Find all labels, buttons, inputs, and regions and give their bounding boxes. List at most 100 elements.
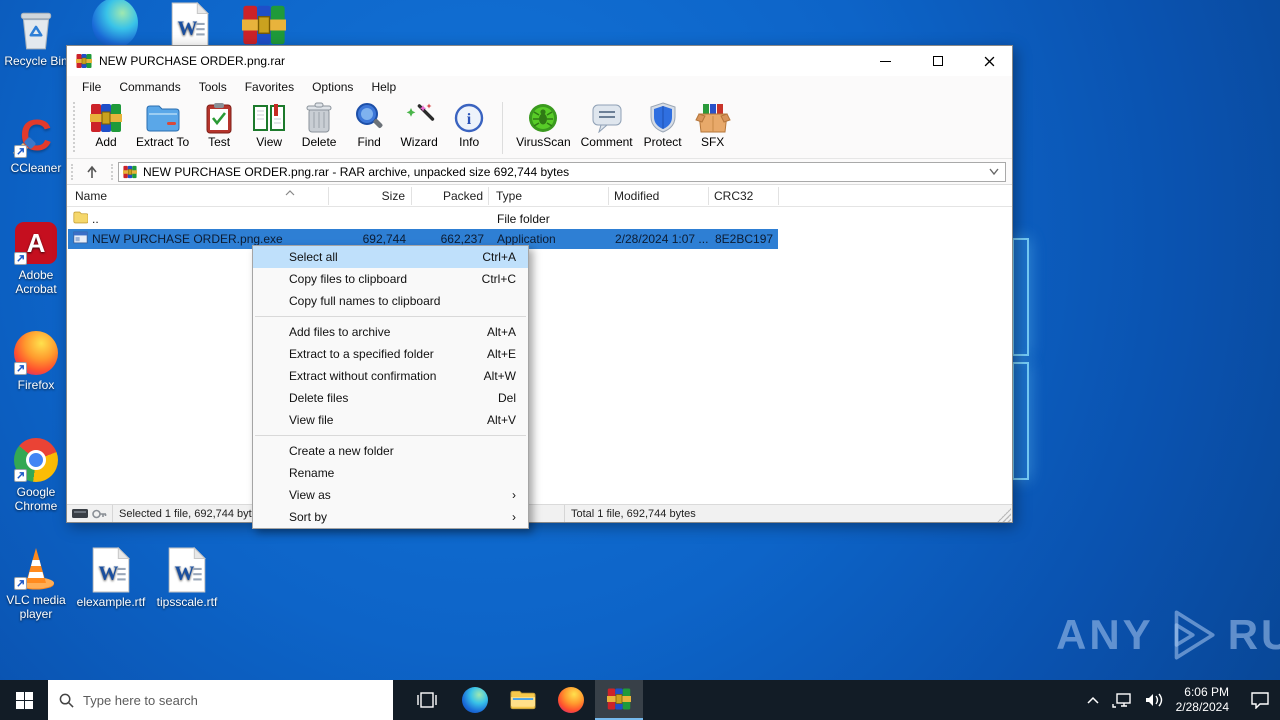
menu-commands[interactable]: Commands xyxy=(110,77,189,97)
desktop-icon-recycle-bin[interactable]: Recycle Bin xyxy=(4,6,68,68)
desktop-icon-elexample[interactable]: W elexample.rtf xyxy=(70,547,152,609)
taskbar-explorer-button[interactable] xyxy=(499,680,547,720)
column-divider[interactable] xyxy=(328,187,329,205)
wizard-button[interactable]: Wizard xyxy=(394,100,444,149)
menu-favorites[interactable]: Favorites xyxy=(236,77,303,97)
desktop-icon-vlc[interactable]: VLC media player xyxy=(4,545,68,621)
submenu-arrow-icon: › xyxy=(512,510,516,524)
chevron-down-icon[interactable] xyxy=(989,168,999,175)
taskbar-search[interactable] xyxy=(48,680,393,720)
taskbar-firefox-button[interactable] xyxy=(547,680,595,720)
test-button[interactable]: Test xyxy=(194,100,244,149)
maximize-button[interactable] xyxy=(915,46,960,76)
desktop-icon-tipsscale[interactable]: W tipsscale.rtf xyxy=(146,547,228,609)
folder-icon xyxy=(73,211,89,227)
menu-item-select-all[interactable]: Select all Ctrl+A xyxy=(253,246,528,268)
desktop-icon-firefox[interactable]: Firefox xyxy=(4,330,68,392)
view-book-icon xyxy=(252,101,286,134)
desktop-icon-chrome[interactable]: Google Chrome xyxy=(4,437,68,513)
menu-item-view-as[interactable]: View as › xyxy=(253,484,528,506)
task-view-button[interactable] xyxy=(403,680,451,720)
watermark-run: RUN xyxy=(1227,611,1280,658)
menu-separator xyxy=(255,435,526,436)
shortcut-arrow-icon xyxy=(14,252,27,265)
delete-button[interactable]: Delete xyxy=(294,100,344,149)
desktop-icon-winrar[interactable] xyxy=(232,2,296,50)
menu-item-extract-without-confirmation[interactable]: Extract without confirmation Alt+W xyxy=(253,365,528,387)
desktop-icon-edge[interactable] xyxy=(83,0,147,48)
column-divider[interactable] xyxy=(778,187,779,205)
close-button[interactable] xyxy=(967,46,1012,76)
menu-tools[interactable]: Tools xyxy=(190,77,236,97)
find-button[interactable]: Find xyxy=(344,100,394,149)
desktop-icon-ccleaner[interactable]: C CCleaner xyxy=(4,113,68,176)
menu-options[interactable]: Options xyxy=(303,77,362,97)
word-document-icon: W xyxy=(167,2,213,48)
start-button[interactable] xyxy=(0,680,48,720)
column-packed[interactable]: Packed xyxy=(413,189,483,203)
application-file-icon xyxy=(73,231,89,247)
row-name: NEW PURCHASE ORDER.png.exe xyxy=(92,232,283,246)
menu-item-copy-full-names[interactable]: Copy full names to clipboard xyxy=(253,290,528,312)
menu-help[interactable]: Help xyxy=(362,77,405,97)
extract-to-button[interactable]: Extract To xyxy=(131,100,194,149)
menu-item-copy-files[interactable]: Copy files to clipboard Ctrl+C xyxy=(253,268,528,290)
tray-chevron-icon[interactable] xyxy=(1087,696,1099,704)
column-divider[interactable] xyxy=(708,187,709,205)
action-center-icon[interactable] xyxy=(1250,691,1270,709)
desktop-icon-word-document[interactable]: W xyxy=(158,2,222,50)
minimize-button[interactable] xyxy=(863,46,908,76)
up-one-level-button[interactable] xyxy=(78,162,106,182)
shortcut-arrow-icon xyxy=(14,362,27,375)
column-divider[interactable] xyxy=(488,187,489,205)
volume-icon[interactable] xyxy=(1145,692,1163,708)
menu-file[interactable]: File xyxy=(73,77,110,97)
toolbar: Add Extract To Test View Delete Find Wiz… xyxy=(67,98,1012,159)
anyrun-play-logo-icon xyxy=(1174,610,1215,660)
menu-item-create-folder[interactable]: Create a new folder xyxy=(253,440,528,462)
desktop-icon-adobe-acrobat[interactable]: A Adobe Acrobat xyxy=(4,220,68,296)
menu-item-sort-by[interactable]: Sort by › xyxy=(253,506,528,528)
network-icon[interactable] xyxy=(1111,692,1132,708)
menu-item-delete-files[interactable]: Delete files Del xyxy=(253,387,528,409)
comment-button[interactable]: Comment xyxy=(576,100,638,149)
chrome-icon xyxy=(13,437,59,483)
row-crc32: 8E2BC197 xyxy=(715,232,774,246)
column-name[interactable]: Name xyxy=(75,189,107,203)
shortcut-arrow-icon xyxy=(14,469,27,482)
add-archive-icon xyxy=(90,101,122,134)
protect-button[interactable]: Protect xyxy=(638,100,688,149)
column-divider[interactable] xyxy=(608,187,609,205)
title-bar[interactable]: NEW PURCHASE ORDER.png.rar xyxy=(67,46,1012,76)
taskbar-clock[interactable]: 6:06 PM 2/28/2024 xyxy=(1176,685,1229,715)
menu-item-rename[interactable]: Rename xyxy=(253,462,528,484)
column-crc32[interactable]: CRC32 xyxy=(714,189,753,203)
sfx-button[interactable]: SFX xyxy=(688,100,738,149)
anyrun-watermark: ANY RUN xyxy=(1056,608,1280,662)
column-divider[interactable] xyxy=(411,187,412,205)
taskbar: 6:06 PM 2/28/2024 xyxy=(0,680,1280,720)
menu-item-view-file[interactable]: View file Alt+V xyxy=(253,409,528,431)
menu-separator xyxy=(255,316,526,317)
submenu-arrow-icon: › xyxy=(512,488,516,502)
view-button[interactable]: View xyxy=(244,100,294,149)
archive-mini-icon xyxy=(123,165,137,179)
sort-ascending-icon xyxy=(285,185,295,199)
virusscan-button[interactable]: VirusScan xyxy=(511,100,575,149)
add-button[interactable]: Add xyxy=(81,100,131,149)
address-combobox[interactable]: NEW PURCHASE ORDER.png.rar - RAR archive… xyxy=(118,161,1006,182)
parent-folder-row[interactable]: .. File folder xyxy=(68,209,778,229)
column-size[interactable]: Size xyxy=(325,189,405,203)
resize-grip[interactable] xyxy=(997,508,1011,522)
menu-item-extract-to-folder[interactable]: Extract to a specified folder Alt+E xyxy=(253,343,528,365)
menu-item-add-files[interactable]: Add files to archive Alt+A xyxy=(253,321,528,343)
taskbar-winrar-button[interactable] xyxy=(595,680,643,720)
search-input[interactable] xyxy=(83,692,382,708)
info-button[interactable]: i Info xyxy=(444,100,494,149)
column-type[interactable]: Type xyxy=(496,189,522,203)
clock-time: 6:06 PM xyxy=(1184,685,1229,699)
column-modified[interactable]: Modified xyxy=(614,189,659,203)
taskbar-edge-button[interactable] xyxy=(451,680,499,720)
row-modified: 2/28/2024 1:07 ... xyxy=(615,232,709,246)
row-type: File folder xyxy=(497,212,550,226)
